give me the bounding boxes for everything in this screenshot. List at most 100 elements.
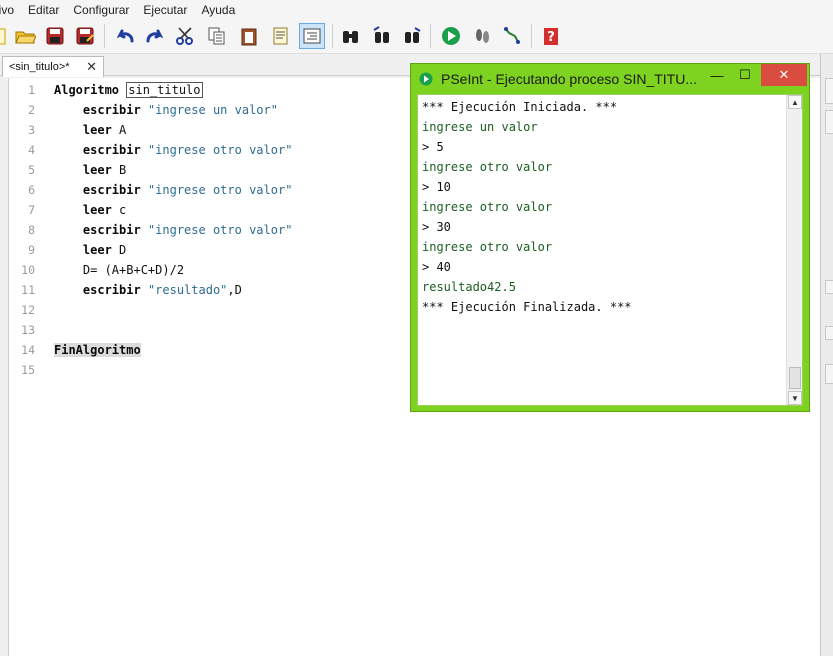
code-token: escribir bbox=[54, 223, 148, 237]
scroll-up-icon[interactable]: ▲ bbox=[788, 95, 802, 109]
code-token: "ingrese otro valor" bbox=[147, 143, 293, 157]
toolbar-separator bbox=[531, 24, 532, 48]
redo-icon[interactable] bbox=[142, 23, 168, 49]
close-tab-icon[interactable]: ✕ bbox=[86, 59, 97, 75]
line-number: 7 bbox=[28, 203, 35, 217]
console-scrollbar[interactable]: ▲ ▼ bbox=[786, 95, 802, 405]
minimize-button[interactable]: — bbox=[703, 64, 731, 86]
code-token: sin_titulo bbox=[126, 82, 203, 98]
code-text: escribir "ingrese otro valor" bbox=[54, 180, 293, 200]
code-token: D= (A+B+C+D)/2 bbox=[54, 263, 185, 277]
code-token: leer bbox=[54, 123, 120, 137]
indent-icon[interactable] bbox=[299, 23, 325, 49]
code-token: c bbox=[119, 203, 127, 217]
save-as-icon[interactable] bbox=[72, 23, 98, 49]
scroll-thumb[interactable] bbox=[789, 367, 801, 389]
line-number: 5 bbox=[28, 163, 35, 177]
line-number: 15 bbox=[21, 363, 35, 377]
code-token: A bbox=[119, 123, 127, 137]
run-icon[interactable] bbox=[438, 23, 464, 49]
panel-button[interactable] bbox=[825, 78, 833, 104]
console-line: > 10 bbox=[422, 180, 451, 194]
code-token: Algoritmo bbox=[54, 83, 127, 97]
close-console-button[interactable]: ✕ bbox=[761, 64, 807, 86]
code-token: "ingrese otro valor" bbox=[147, 223, 293, 237]
scroll-down-icon[interactable]: ▼ bbox=[788, 391, 802, 405]
find-icon[interactable] bbox=[338, 23, 364, 49]
line-number: 2 bbox=[28, 103, 35, 117]
new-file-icon[interactable] bbox=[0, 23, 12, 49]
find-previous-icon[interactable] bbox=[369, 23, 395, 49]
panel-checkbox[interactable] bbox=[825, 280, 833, 294]
line-number: 12 bbox=[21, 303, 35, 317]
console-line: > 5 bbox=[422, 140, 444, 154]
toolbar-separator bbox=[332, 24, 333, 48]
menu-configurar[interactable]: Configurar bbox=[66, 0, 136, 20]
menu-ejecutar[interactable]: Ejecutar bbox=[136, 0, 194, 20]
code-text: escribir "ingrese otro valor" bbox=[54, 140, 293, 160]
code-token: "ingrese un valor" bbox=[147, 103, 278, 117]
code-text: escribir "resultado",D bbox=[54, 280, 242, 300]
code-token: B bbox=[119, 163, 127, 177]
console-line: ingrese otro valor bbox=[422, 160, 553, 174]
panel-button[interactable] bbox=[825, 364, 833, 384]
paste-icon[interactable] bbox=[236, 23, 262, 49]
console-line: resultado42.5 bbox=[422, 280, 516, 294]
menu-bar: chivo Editar Configurar Ejecutar Ayuda bbox=[0, 0, 833, 20]
code-token: FinAlgoritmo bbox=[54, 343, 141, 357]
code-token: D bbox=[119, 243, 127, 257]
cut-icon[interactable] bbox=[172, 23, 198, 49]
right-panel bbox=[820, 54, 833, 656]
code-token: ,D bbox=[227, 283, 242, 297]
line-number: 14 bbox=[21, 343, 35, 357]
line-number: 3 bbox=[28, 123, 35, 137]
code-token: escribir bbox=[54, 143, 148, 157]
pseint-window: chivo Editar Configurar Ejecutar Ayuda bbox=[0, 0, 833, 656]
console-line: *** Ejecución Iniciada. *** bbox=[422, 100, 618, 114]
code-text: leer A bbox=[54, 120, 126, 140]
code-token: leer bbox=[54, 203, 120, 217]
panel-button[interactable] bbox=[825, 110, 833, 134]
code-token: escribir bbox=[54, 283, 148, 297]
console-line: ingrese un valor bbox=[422, 120, 538, 134]
console-title-bar[interactable]: PSeInt - Ejecutando proceso SIN_TITU... … bbox=[411, 64, 809, 94]
undo-icon[interactable] bbox=[112, 23, 138, 49]
save-icon[interactable] bbox=[42, 23, 68, 49]
flowchart-icon[interactable] bbox=[499, 23, 525, 49]
code-text: Algoritmo sin_titulo bbox=[54, 80, 203, 100]
tab-sin-titulo[interactable]: <sin_titulo>* ✕ bbox=[2, 56, 104, 77]
maximize-button[interactable]: ☐ bbox=[731, 64, 759, 86]
code-text: D= (A+B+C+D)/2 bbox=[54, 260, 184, 280]
tab-label: <sin_titulo>* bbox=[9, 61, 70, 73]
code-token: leer bbox=[54, 243, 120, 257]
line-number: 1 bbox=[28, 83, 35, 97]
console-line: > 40 bbox=[422, 260, 451, 274]
line-number: 9 bbox=[28, 243, 35, 257]
line-number: 6 bbox=[28, 183, 35, 197]
find-next-icon[interactable] bbox=[399, 23, 425, 49]
menu-editar[interactable]: Editar bbox=[21, 0, 66, 20]
code-token: "ingrese otro valor" bbox=[147, 183, 293, 197]
console-line: ingrese otro valor bbox=[422, 240, 553, 254]
svg-text:?: ? bbox=[547, 30, 555, 45]
code-token: leer bbox=[54, 163, 120, 177]
code-text: leer c bbox=[54, 200, 126, 220]
menu-ayuda[interactable]: Ayuda bbox=[194, 0, 242, 20]
code-token: escribir bbox=[54, 103, 148, 117]
panel-checkbox[interactable] bbox=[825, 326, 833, 340]
console-title: PSeInt - Ejecutando proceso SIN_TITU... bbox=[441, 71, 698, 87]
code-text: escribir "ingrese otro valor" bbox=[54, 220, 293, 240]
menu-archivo[interactable]: chivo bbox=[0, 0, 21, 20]
pseint-app-icon bbox=[419, 72, 433, 86]
open-folder-icon[interactable] bbox=[12, 23, 38, 49]
copy-icon[interactable] bbox=[204, 23, 230, 49]
edit-note-icon[interactable] bbox=[268, 23, 294, 49]
toolbar: ? bbox=[0, 20, 833, 54]
step-icon[interactable] bbox=[469, 23, 495, 49]
help-icon[interactable]: ? bbox=[538, 23, 564, 49]
console-output[interactable]: ▲ ▼ *** Ejecución Iniciada. *** ingrese u… bbox=[417, 94, 803, 406]
line-number: 8 bbox=[28, 223, 35, 237]
execution-console-window: PSeInt - Ejecutando proceso SIN_TITU... … bbox=[410, 63, 810, 412]
line-number: 4 bbox=[28, 143, 35, 157]
code-text: FinAlgoritmo bbox=[54, 340, 141, 360]
